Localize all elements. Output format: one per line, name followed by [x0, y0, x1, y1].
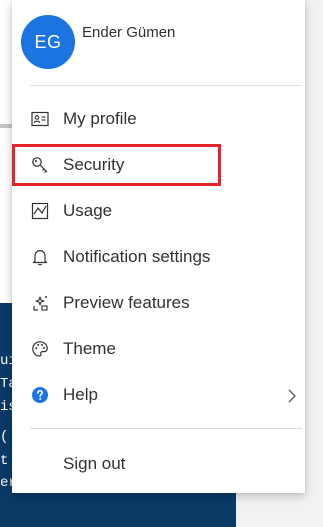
account-menu: EG Ender Gümen My profile Security Usage…	[12, 0, 305, 493]
code-line: (	[0, 429, 9, 445]
background-page-right	[305, 0, 323, 527]
palette-icon	[30, 339, 50, 359]
chevron-right-icon	[285, 387, 299, 405]
preview-sparkle-icon	[30, 293, 50, 313]
code-line: t	[0, 453, 9, 469]
menu-item-label: Theme	[63, 339, 116, 358]
menu-item-usage[interactable]: Usage	[12, 189, 305, 235]
avatar-initials: EG	[34, 31, 62, 52]
menu-item-label: Usage	[63, 201, 113, 220]
menu-item-theme[interactable]: Theme	[12, 327, 305, 373]
menu-item-label: Help	[63, 385, 98, 404]
chart-icon	[30, 201, 50, 221]
menu-item-label: Preview features	[63, 293, 190, 312]
menu-item-label: My profile	[63, 109, 137, 128]
divider	[30, 85, 302, 86]
menu-item-my-profile[interactable]: My profile	[12, 97, 305, 143]
menu-item-preview-features[interactable]: Preview features	[12, 281, 305, 327]
bell-icon	[30, 247, 50, 267]
menu-item-help[interactable]: Help	[12, 373, 305, 419]
user-header: EG Ender Gümen	[12, 0, 305, 85]
divider	[30, 428, 302, 429]
avatar[interactable]: EG	[21, 15, 75, 69]
menu-item-notification-settings[interactable]: Notification settings	[12, 235, 305, 281]
help-icon	[30, 385, 50, 405]
contact-card-icon	[30, 109, 50, 129]
user-name: Ender Gümen	[82, 24, 176, 41]
sign-out-label: Sign out	[63, 454, 126, 473]
menu-item-label: Notification settings	[63, 247, 211, 266]
sign-out-button[interactable]: Sign out	[12, 440, 305, 486]
background-divider	[0, 124, 12, 128]
highlight-box	[12, 144, 221, 186]
